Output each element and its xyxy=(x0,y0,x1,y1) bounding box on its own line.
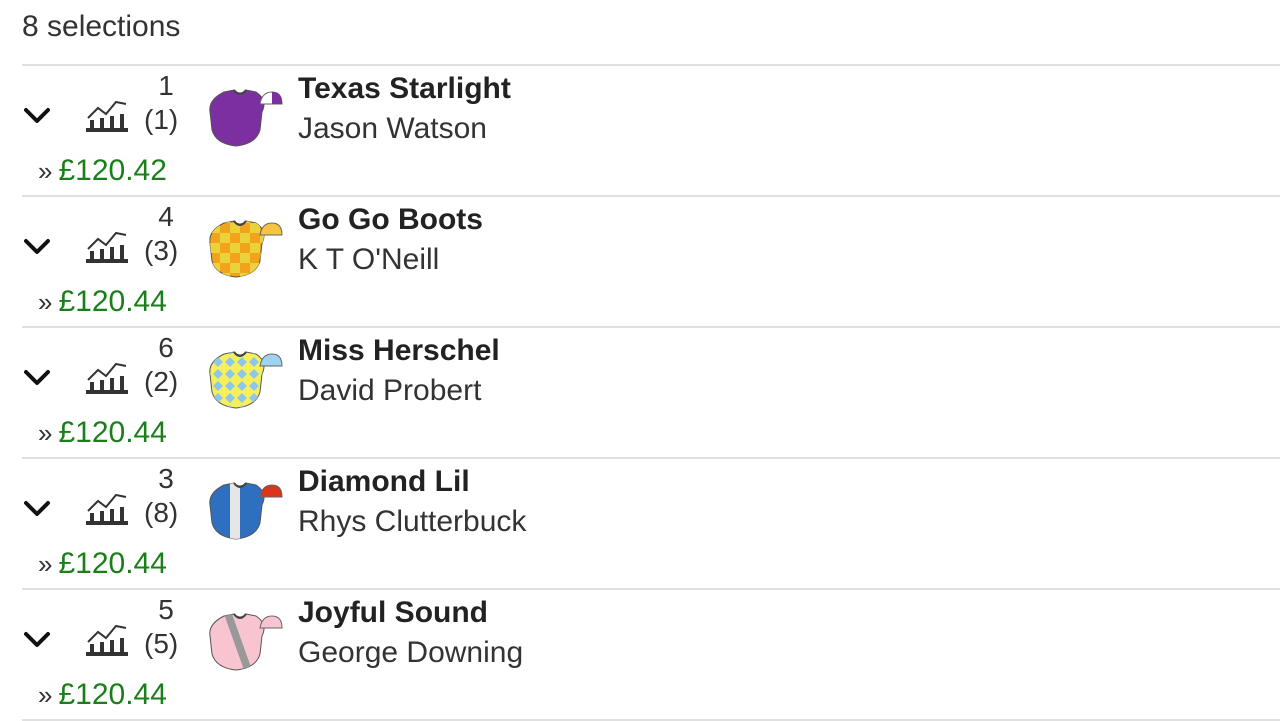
price-button[interactable]: » £120.44 xyxy=(38,416,167,450)
double-arrow-icon: » xyxy=(38,418,53,448)
stall-draw: (1) xyxy=(144,104,179,135)
form-chart-icon[interactable] xyxy=(84,356,130,396)
runner-row: 5 (5) Joyful Sound George Downing » £120.… xyxy=(22,588,1280,721)
horse-name[interactable]: Joyful Sound xyxy=(298,596,488,630)
chevron-down-icon[interactable] xyxy=(22,106,52,126)
chevron-down-icon[interactable] xyxy=(22,368,52,388)
jockey-name: Rhys Clutterbuck xyxy=(298,505,527,538)
price-value: £120.42 xyxy=(58,154,167,187)
chevron-down-icon[interactable] xyxy=(22,237,52,257)
form-chart-icon[interactable] xyxy=(84,618,130,658)
runner-row: 4 (3) Go Go Boots K T O'Neill » £120.44 xyxy=(22,195,1280,326)
price-value: £120.44 xyxy=(58,547,167,580)
jockey-name: K T O'Neill xyxy=(298,243,440,276)
horse-name[interactable]: Go Go Boots xyxy=(298,203,483,237)
jockey-silk-icon xyxy=(209,351,283,409)
price-button[interactable]: » £120.42 xyxy=(38,154,167,188)
selections-count: 8 selections xyxy=(22,10,181,43)
horse-name[interactable]: Miss Herschel xyxy=(298,334,500,368)
jockey-silk-icon xyxy=(209,482,283,540)
horse-name[interactable]: Diamond Lil xyxy=(298,465,470,499)
jockey-silk-icon xyxy=(209,220,283,278)
form-chart-icon[interactable] xyxy=(84,487,130,527)
price-button[interactable]: » £120.44 xyxy=(38,547,167,581)
horse-name[interactable]: Texas Starlight xyxy=(298,72,511,106)
saddle-cloth-number: 6 xyxy=(158,332,174,363)
saddle-cloth-number: 5 xyxy=(158,594,174,625)
runner-list: 1 (1) Texas Starlight Jason Watson » £120… xyxy=(22,64,1280,721)
runner-row: 3 (8) Diamond Lil Rhys Clutterbuck » £120… xyxy=(22,457,1280,588)
chevron-down-icon[interactable] xyxy=(22,630,52,650)
stall-draw: (8) xyxy=(144,497,179,528)
stall-draw: (2) xyxy=(144,366,179,397)
double-arrow-icon: » xyxy=(38,156,53,186)
price-value: £120.44 xyxy=(58,678,167,711)
jockey-silk-icon xyxy=(209,613,283,671)
saddle-cloth-number: 3 xyxy=(158,463,174,494)
stall-draw: (3) xyxy=(144,235,179,266)
runner-row: 1 (1) Texas Starlight Jason Watson » £120… xyxy=(22,64,1280,195)
chevron-down-icon[interactable] xyxy=(22,499,52,519)
price-button[interactable]: » £120.44 xyxy=(38,678,167,712)
form-chart-icon[interactable] xyxy=(84,225,130,265)
stall-draw: (5) xyxy=(144,628,179,659)
price-value: £120.44 xyxy=(58,416,167,449)
form-chart-icon[interactable] xyxy=(84,94,130,134)
jockey-silk-icon xyxy=(209,89,283,147)
double-arrow-icon: » xyxy=(38,549,53,579)
price-value: £120.44 xyxy=(58,285,167,318)
saddle-cloth-number: 4 xyxy=(158,201,174,232)
price-button[interactable]: » £120.44 xyxy=(38,285,167,319)
double-arrow-icon: » xyxy=(38,680,53,710)
runner-row: 6 (2) Miss Herschel David Probert » £120.… xyxy=(22,326,1280,457)
jockey-name: David Probert xyxy=(298,374,482,407)
saddle-cloth-number: 1 xyxy=(158,70,174,101)
jockey-name: Jason Watson xyxy=(298,112,487,145)
double-arrow-icon: » xyxy=(38,287,53,317)
jockey-name: George Downing xyxy=(298,636,524,669)
